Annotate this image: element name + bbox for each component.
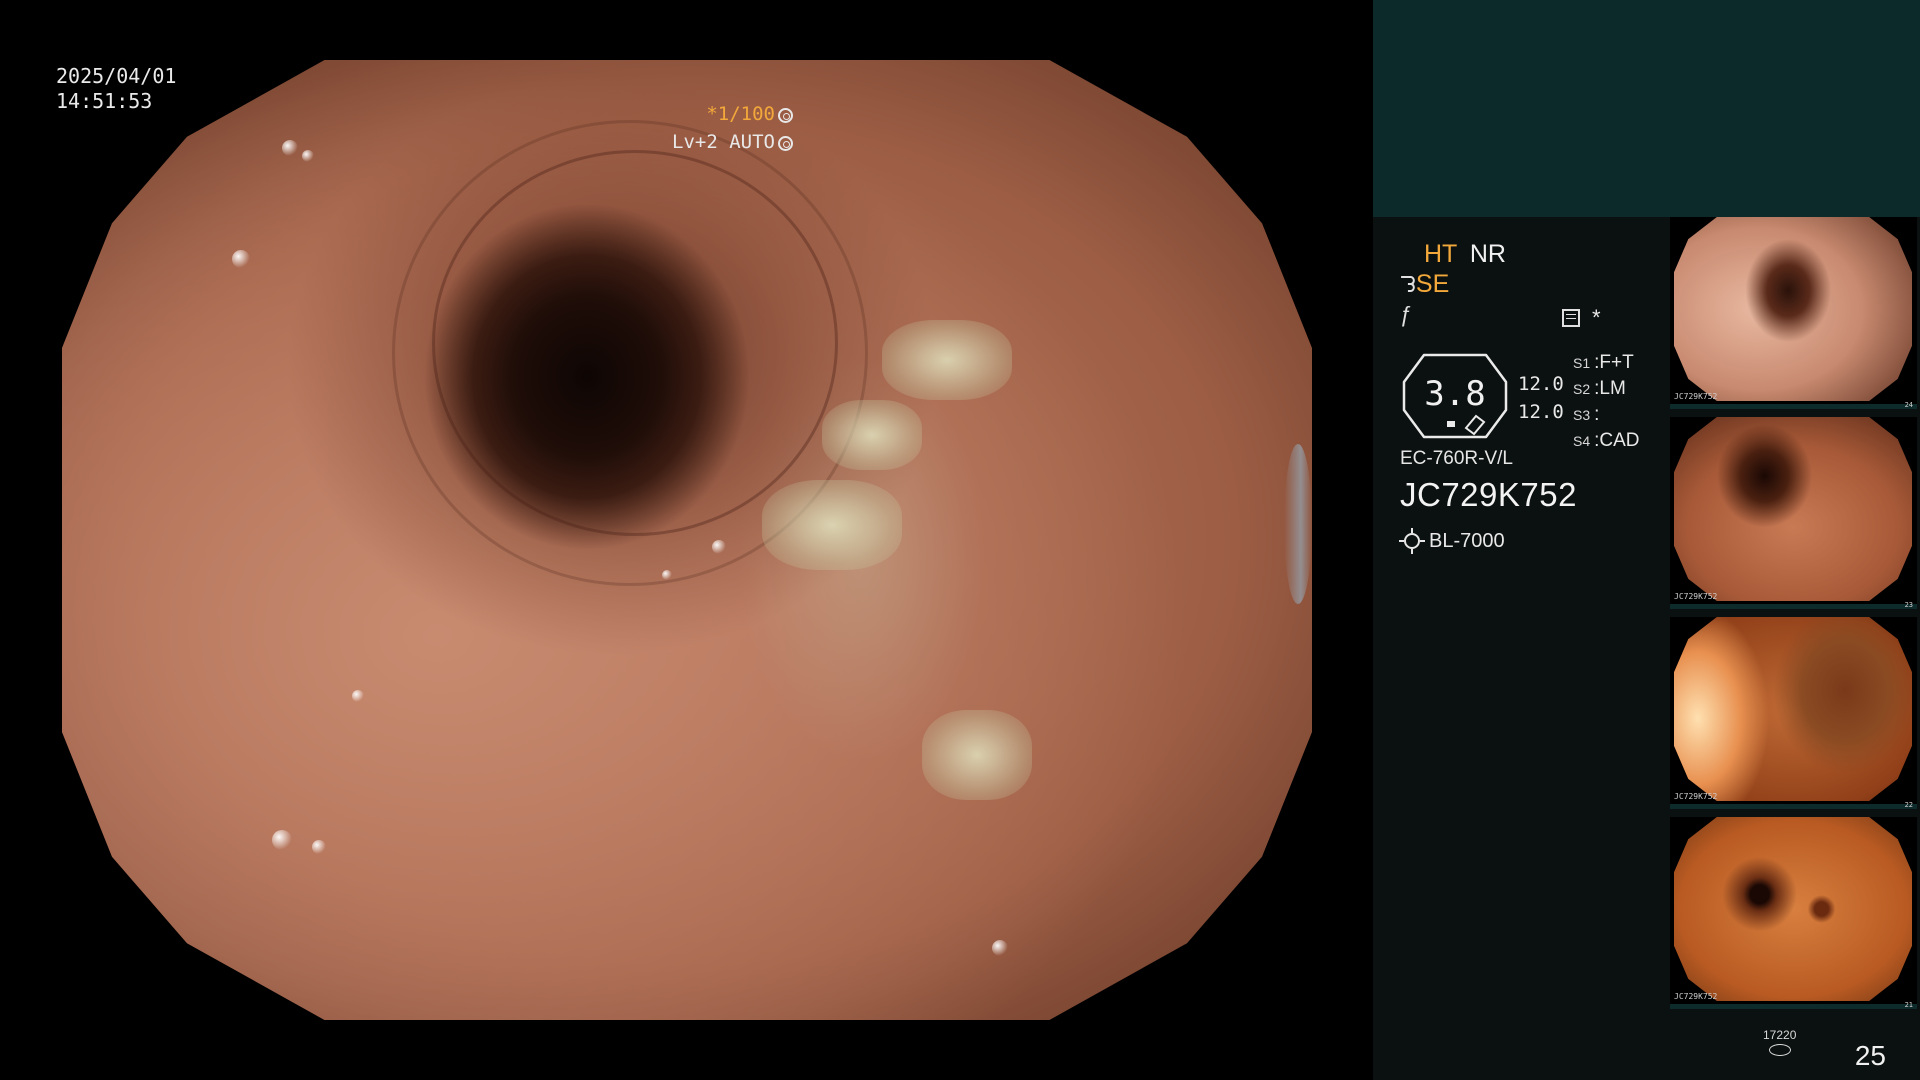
se-row: ᘊSE: [1400, 270, 1449, 299]
bubble: [992, 940, 1008, 956]
metric-2: 12.0: [1518, 401, 1564, 423]
switch-value: CAD: [1599, 430, 1640, 451]
scope-serial: JC729K752: [1400, 476, 1577, 513]
panel-footer: 17220 25: [1373, 1020, 1920, 1080]
switch-value: LM: [1599, 378, 1626, 399]
structure-enhance-icon: ᘊ: [1400, 272, 1416, 297]
thumbnail-bar: [1670, 604, 1917, 609]
auto-iris-icon: [778, 136, 793, 151]
storage-indicator: 17220: [1763, 1028, 1796, 1056]
bubble: [312, 840, 326, 854]
debris: [922, 710, 1032, 800]
zoom-value: 3.8: [1424, 374, 1486, 414]
bubble: [282, 140, 298, 156]
status-panel: HT NR ᘊSE ƒ * 3.8 12.0 12.0 S1:F+T S2:LM: [1373, 0, 1920, 1080]
thumbnail-strip: JC729K752 24 JC729K752 23 JC729K752 22 J…: [1670, 217, 1920, 1017]
thumbnail-scope-id: JC729K752: [1674, 392, 1718, 401]
se-mode: SE: [1415, 270, 1450, 298]
thumbnail-scope-id: JC729K752: [1674, 592, 1718, 601]
thumbnail-image: [1674, 617, 1912, 801]
date-text: 2025/04/01: [56, 64, 177, 88]
thumbnail[interactable]: JC729K752 21: [1670, 817, 1917, 1009]
nr-mode: NR: [1469, 240, 1506, 268]
level-row: Lv+2 AUTO: [672, 128, 793, 156]
switch-value: F+T: [1599, 352, 1634, 373]
switch-s4: S4:CAD: [1573, 430, 1640, 451]
light-source-icon: [1399, 528, 1425, 554]
thumbnail[interactable]: JC729K752 24: [1670, 217, 1917, 409]
bubble: [352, 690, 364, 702]
bubble: [662, 570, 672, 580]
thumbnail-scope-id: JC729K752: [1674, 792, 1718, 801]
level-mode: Lv+2 AUTO: [672, 131, 775, 153]
switch-key: S1: [1573, 355, 1591, 371]
debris: [882, 320, 1012, 400]
thumbnail-bar: [1670, 1004, 1917, 1009]
scope-model: EC-760R-V/L: [1400, 448, 1513, 469]
status-icons: *: [1562, 305, 1601, 331]
shutter-row: *1/100: [672, 100, 793, 128]
switch-key: S4: [1573, 433, 1591, 449]
mode-row: HT NR: [1400, 240, 1506, 269]
light-source: BL-7000: [1429, 530, 1505, 552]
zoom-badge: 3.8: [1400, 352, 1510, 440]
filter-row: ƒ: [1400, 302, 1412, 328]
switch-s2: S2:LM: [1573, 378, 1626, 399]
switch-s3: S3:: [1573, 404, 1600, 425]
debris: [762, 480, 902, 570]
switch-s1: S1:F+T: [1573, 352, 1634, 373]
thumbnail-image: [1674, 817, 1912, 1001]
ht-mode: HT: [1424, 240, 1457, 268]
record-icon: [1562, 309, 1580, 327]
aperture-icon: [778, 108, 793, 123]
thumbnail[interactable]: JC729K752 22: [1670, 617, 1917, 809]
switch-assignments: S1:F+T S2:LM S3: S4:CAD: [1573, 350, 1640, 454]
shutter-speed: *1/100: [706, 103, 775, 125]
lens-glare: [1284, 444, 1312, 604]
bubble: [232, 250, 250, 268]
debris: [822, 400, 922, 470]
thumbnail-image: [1674, 217, 1912, 401]
filter-icon: ƒ: [1400, 302, 1413, 327]
thumbnail[interactable]: JC729K752 23: [1670, 417, 1917, 609]
switch-key: S2: [1573, 381, 1591, 397]
capture-settings: *1/100 Lv+2 AUTO: [672, 100, 793, 156]
bubble: [272, 830, 292, 850]
thumbnail-scope-id: JC729K752: [1674, 992, 1718, 1001]
star-icon: *: [1592, 305, 1601, 330]
panel-header-block: [1373, 0, 1920, 217]
thumbnail-number: 24: [1904, 401, 1913, 409]
image-count: 25: [1854, 1040, 1886, 1071]
thumbnail-bar: [1670, 804, 1917, 809]
thumbnail-number: 21: [1904, 1001, 1913, 1009]
disk-icon: [1768, 1044, 1791, 1056]
thumbnail-number: 23: [1904, 601, 1913, 609]
bubble: [302, 150, 314, 162]
thumbnail-number: 22: [1904, 801, 1913, 809]
endoscope-live-image: [62, 60, 1312, 1020]
thumbnail-bar: [1670, 404, 1917, 409]
metric-1: 12.0: [1518, 373, 1564, 395]
metrics: 12.0 12.0: [1518, 370, 1564, 426]
light-source-row: BL-7000: [1399, 528, 1505, 554]
switch-key: S3: [1573, 407, 1591, 423]
time-text: 14:51:53: [56, 89, 153, 113]
datetime-display: 2025/04/01 14:51:53: [56, 64, 176, 114]
storage-count: 17220: [1763, 1028, 1797, 1042]
bubble: [712, 540, 726, 554]
thumbnail-image: [1674, 417, 1912, 601]
endoscope-main-view: 2025/04/01 14:51:53 *1/100 Lv+2 AUTO: [0, 0, 1373, 1080]
